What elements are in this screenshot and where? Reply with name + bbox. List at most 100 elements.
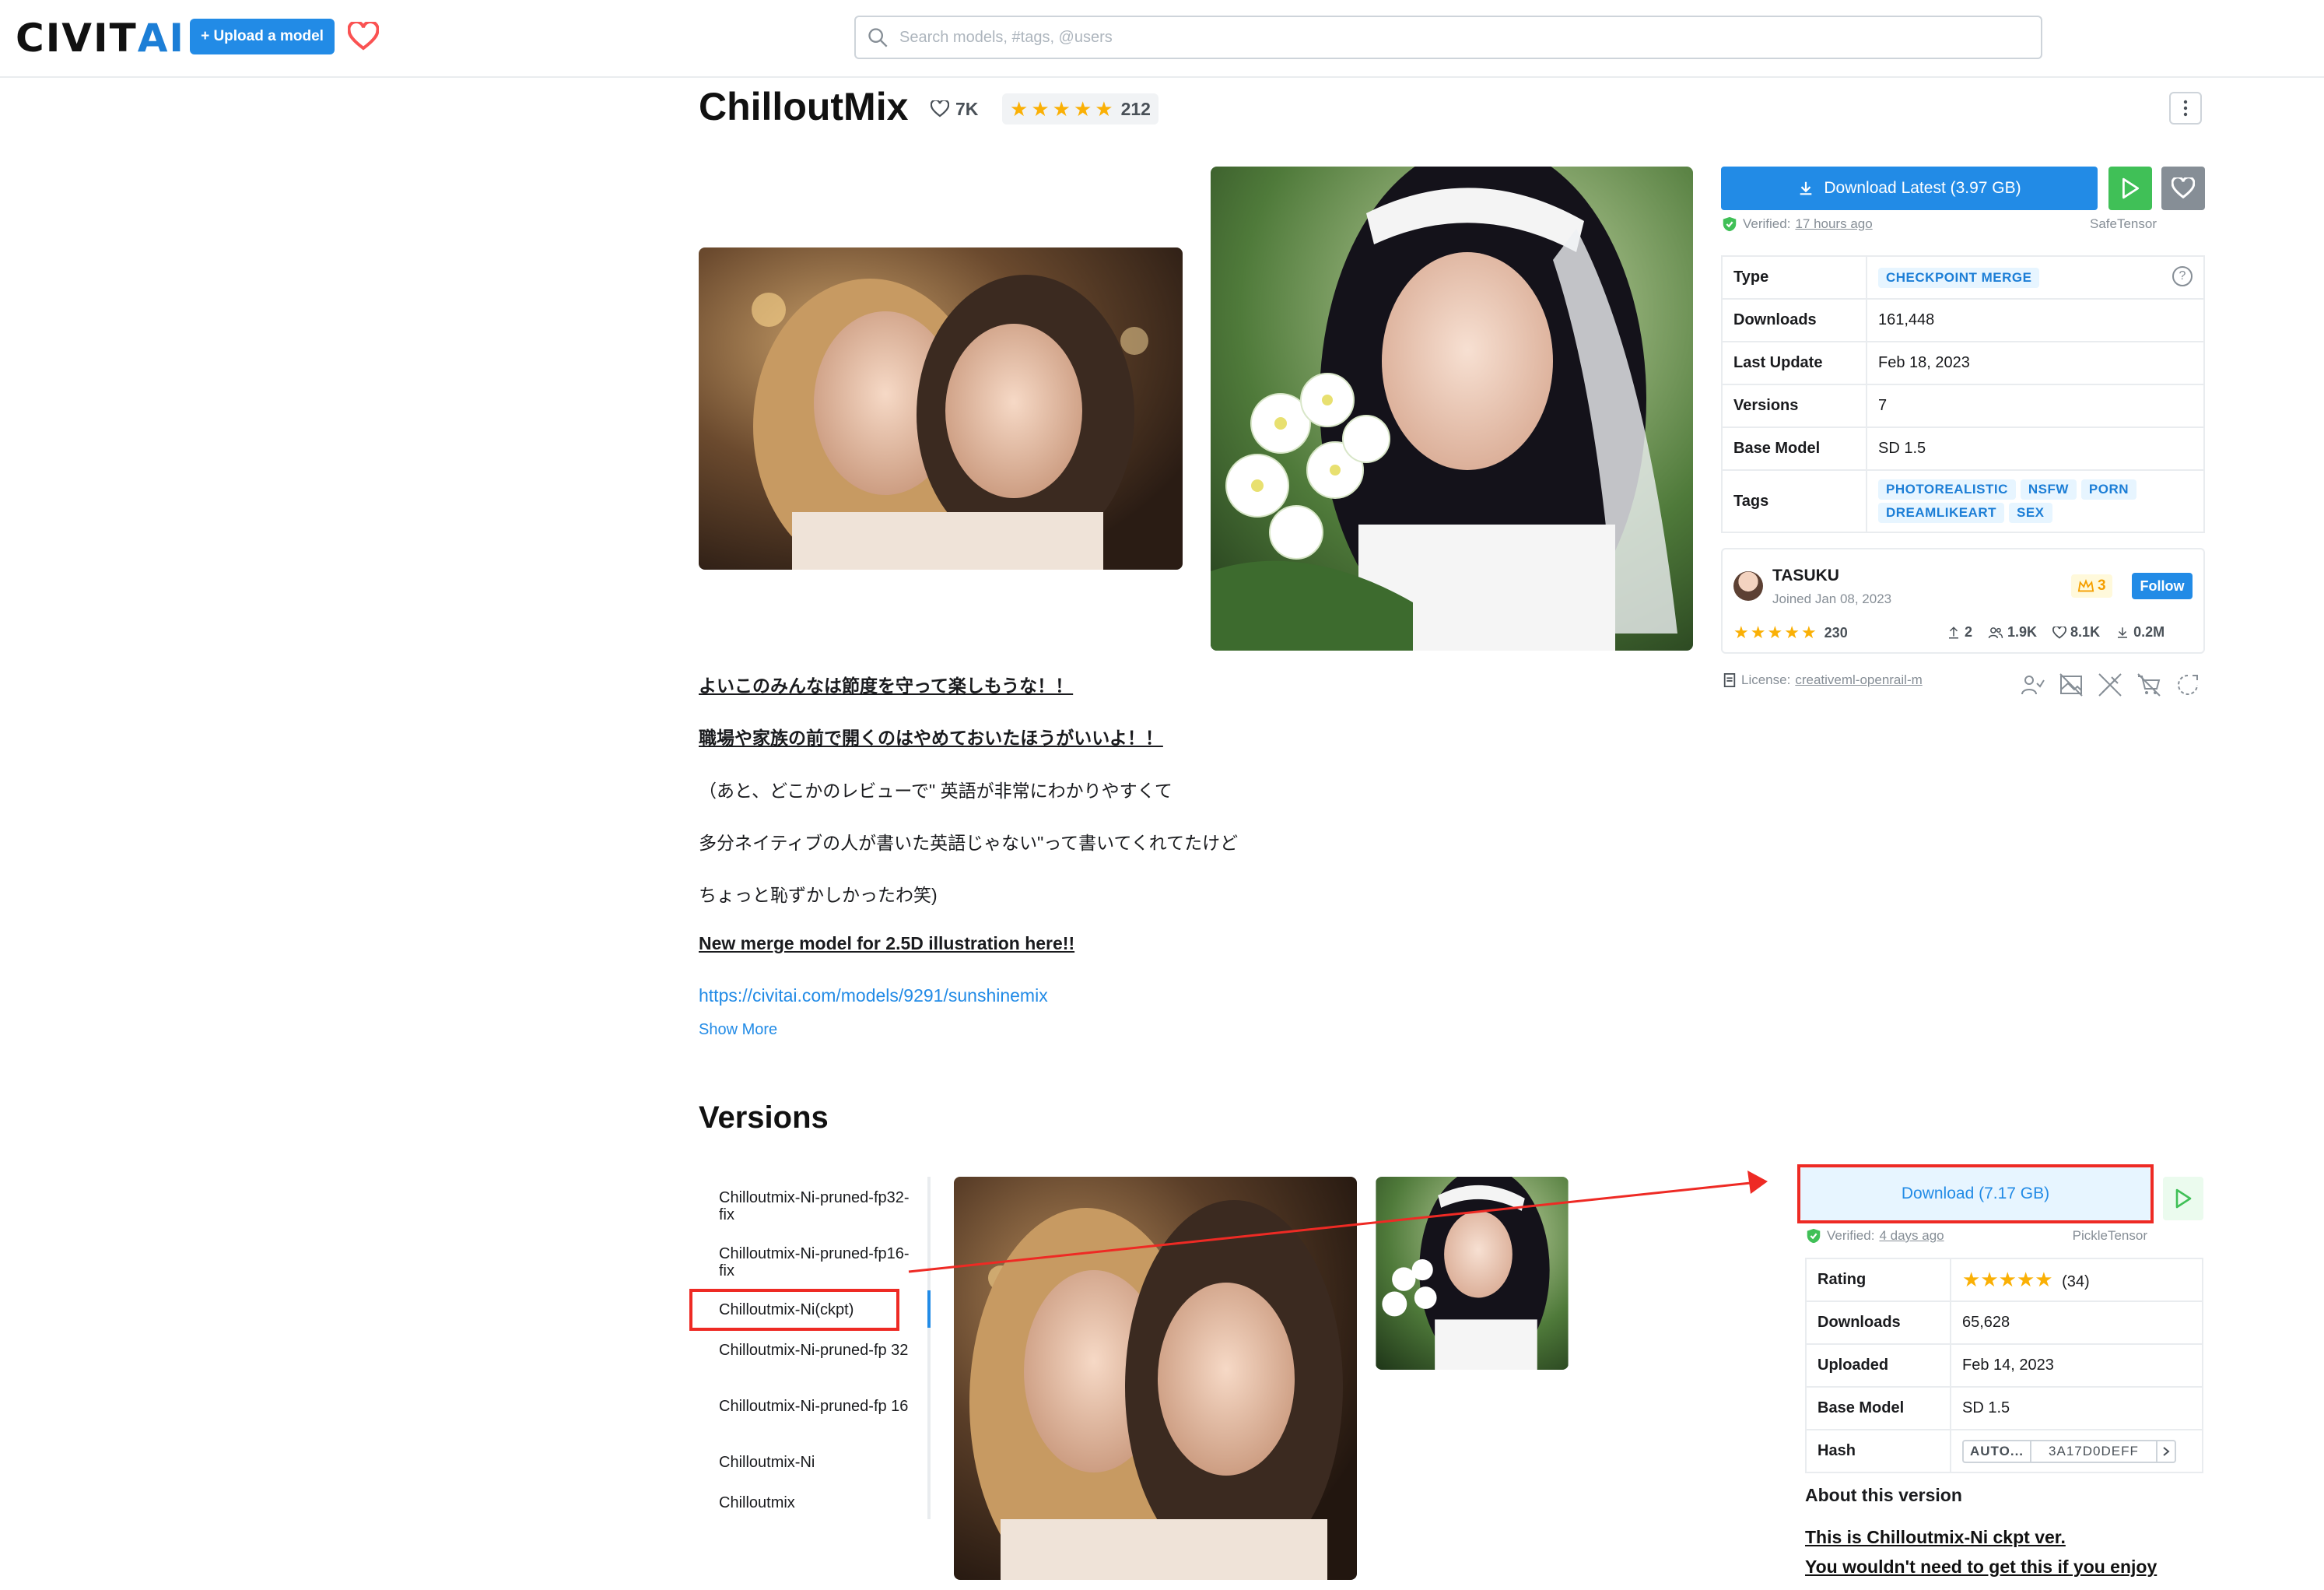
version-list: Chilloutmix-Ni-pruned-fp32-fix Chilloutm…	[699, 1177, 931, 1519]
version-details-table: Rating ★★★★★ (34) Downloads 65,628 Uploa…	[1805, 1258, 2203, 1473]
last-update-label: Last Update	[1721, 341, 1867, 385]
downloads-count: 0.2M	[2133, 624, 2165, 640]
run-model-button[interactable]	[2108, 167, 2152, 210]
like-count-badge[interactable]: 7K	[931, 95, 978, 123]
no-credit-icon[interactable]	[2020, 672, 2045, 697]
tag-chip[interactable]: DREAMLIKEART	[1878, 503, 2004, 523]
creator-name[interactable]: TASUKU	[1772, 567, 1839, 585]
more-options-button[interactable]	[2169, 92, 2202, 125]
uploaded-value: Feb 14, 2023	[1950, 1343, 2203, 1388]
tags-cell: PHOTOREALISTIC NSFW PORN DREAMLIKEART SEX	[1866, 469, 2205, 533]
version-item[interactable]: Chilloutmix-Ni-pruned-fp 16	[719, 1398, 913, 1415]
download-latest-button[interactable]: Download Latest (3.97 GB)	[1721, 167, 2098, 210]
version-downloads-label: Downloads	[1805, 1300, 1951, 1345]
star-icon: ★	[2035, 1267, 2053, 1291]
hash-algorithm-select[interactable]: AUTO...	[1964, 1441, 2032, 1462]
details-row-type: Type CHECKPOINT MERGE?	[1721, 255, 2205, 300]
model-preview-image[interactable]	[699, 247, 1183, 570]
version-item[interactable]: Chilloutmix-Ni-pruned-fp32-fix	[719, 1189, 913, 1223]
star-icon: ★	[1750, 623, 1766, 642]
likes-stat: 8.1K	[2052, 624, 2100, 641]
favorite-button[interactable]	[2161, 167, 2205, 210]
followers-stat: 1.9K	[1988, 624, 2037, 641]
creator-rating-count: 230	[1824, 624, 1848, 641]
downloads-stat: 0.2M	[2115, 624, 2165, 641]
hash-value[interactable]: 3A17D0DEFF	[2031, 1441, 2156, 1462]
search-icon	[868, 28, 888, 47]
followers-count: 1.9K	[2007, 624, 2038, 640]
license-label: License:	[1741, 672, 1791, 687]
civitai-logo[interactable]: CIVIT AI	[16, 16, 186, 61]
version-file-format: PickleTensor	[2072, 1228, 2147, 1243]
avatar[interactable]	[1733, 571, 1763, 601]
no-merge-icon[interactable]	[2175, 672, 2200, 697]
tag-chip[interactable]: SEX	[2009, 503, 2052, 523]
likes-count: 8.1K	[2070, 624, 2101, 640]
versions-heading: Versions	[699, 1100, 829, 1135]
download-icon	[2118, 627, 2128, 638]
type-label: Type	[1721, 255, 1867, 300]
base-model-value: SD 1.5	[1866, 426, 2205, 471]
rating-label: Rating	[1805, 1258, 1951, 1302]
version-item[interactable]: Chilloutmix-Ni	[719, 1454, 913, 1471]
model-preview-image[interactable]	[1211, 167, 1693, 651]
support-heart-icon[interactable]	[345, 19, 381, 54]
star-icon: ★	[1998, 1267, 2017, 1291]
tag-chip[interactable]: PHOTOREALISTIC	[1878, 479, 2016, 500]
star-icon: ★	[1010, 97, 1029, 121]
show-more-link[interactable]: Show More	[699, 1021, 777, 1039]
model-details-table: Type CHECKPOINT MERGE? Downloads 161,448…	[1721, 255, 2205, 533]
uploaded-label: Uploaded	[1805, 1343, 1951, 1388]
creator-rating: ★ ★ ★ ★ ★ 230	[1733, 624, 1848, 641]
star-icon: ★	[1767, 623, 1783, 642]
description-line: 職場や家族の前で開くのはやめておいたほうがいいよ！！	[699, 728, 1163, 748]
details-row-tags: Tags PHOTOREALISTIC NSFW PORN DREAMLIKEART…	[1721, 469, 2205, 533]
version-item[interactable]: Chilloutmix	[719, 1494, 913, 1511]
download-icon	[1800, 181, 1812, 195]
base-model-label: Base Model	[1721, 426, 1867, 471]
tag-chip[interactable]: NSFW	[2020, 479, 2077, 500]
verified-time[interactable]: 17 hours ago	[1795, 216, 1872, 232]
no-sell-model-icon[interactable]	[2136, 672, 2161, 697]
version-verified-time[interactable]: 4 days ago	[1879, 1228, 1944, 1244]
version-item[interactable]: Chilloutmix-Ni-pruned-fp16-fix	[719, 1245, 913, 1279]
logo-ai-text: AI	[137, 16, 186, 61]
rank-count: 3	[2098, 577, 2106, 594]
chevron-right-icon[interactable]	[2155, 1441, 2175, 1462]
creator-card: TASUKU Joined Jan 08, 2023 3 Follow ★ ★ …	[1721, 548, 2205, 654]
star-icon: ★	[1784, 623, 1800, 642]
version-item[interactable]: Chilloutmix-Ni-pruned-fp 32	[719, 1342, 913, 1359]
rating-badge[interactable]: ★ ★ ★ ★ ★ 212	[1002, 93, 1158, 125]
version-base-model-value: SD 1.5	[1950, 1386, 2203, 1430]
version-row-downloads: Downloads 65,628	[1805, 1300, 2203, 1345]
search-input[interactable]: Search models, #tags, @users	[854, 16, 2042, 59]
no-generation-service-icon[interactable]	[2098, 672, 2122, 697]
annotation-highlight-box	[689, 1289, 899, 1331]
help-icon[interactable]: ?	[2172, 265, 2193, 286]
about-version-heading: About this version	[1805, 1485, 1962, 1505]
sunshinemix-link[interactable]: https://civitai.com/models/9291/sunshine…	[699, 985, 1048, 1006]
upload-model-button[interactable]: + Upload a model	[190, 19, 335, 54]
tag-chip[interactable]: PORN	[2080, 479, 2137, 500]
version-base-model-label: Base Model	[1805, 1386, 1951, 1430]
vertical-dots-icon	[2183, 100, 2188, 117]
search-placeholder: Search models, #tags, @users	[899, 28, 1113, 46]
license-link[interactable]: creativeml-openrail-m	[1795, 672, 1922, 688]
version-rating-count: (34)	[2062, 1272, 2090, 1290]
tags-label: Tags	[1721, 469, 1867, 533]
star-icon: ★	[2016, 1267, 2035, 1291]
creator-stats: 2 1.9K 8.1K 0.2M	[1947, 624, 2165, 641]
type-value-cell: CHECKPOINT MERGE?	[1866, 255, 2205, 300]
star-icon: ★	[1095, 97, 1113, 121]
version-row-rating: Rating ★★★★★ (34)	[1805, 1258, 2203, 1302]
versions-value: 7	[1866, 384, 2205, 428]
heart-outline-icon	[931, 100, 949, 118]
run-version-button[interactable]	[2163, 1177, 2203, 1220]
uploads-stat: 2	[1947, 624, 1972, 641]
license-info: License: creativeml-openrail-m	[1723, 672, 1923, 688]
no-image-sell-icon[interactable]	[2059, 672, 2084, 697]
follow-button[interactable]: Follow	[2132, 573, 2193, 599]
rating-cell: ★★★★★ (34)	[1950, 1258, 2203, 1302]
description-line: New merge model for 2.5D illustration he…	[699, 933, 1075, 953]
heart-icon	[2172, 177, 2195, 199]
